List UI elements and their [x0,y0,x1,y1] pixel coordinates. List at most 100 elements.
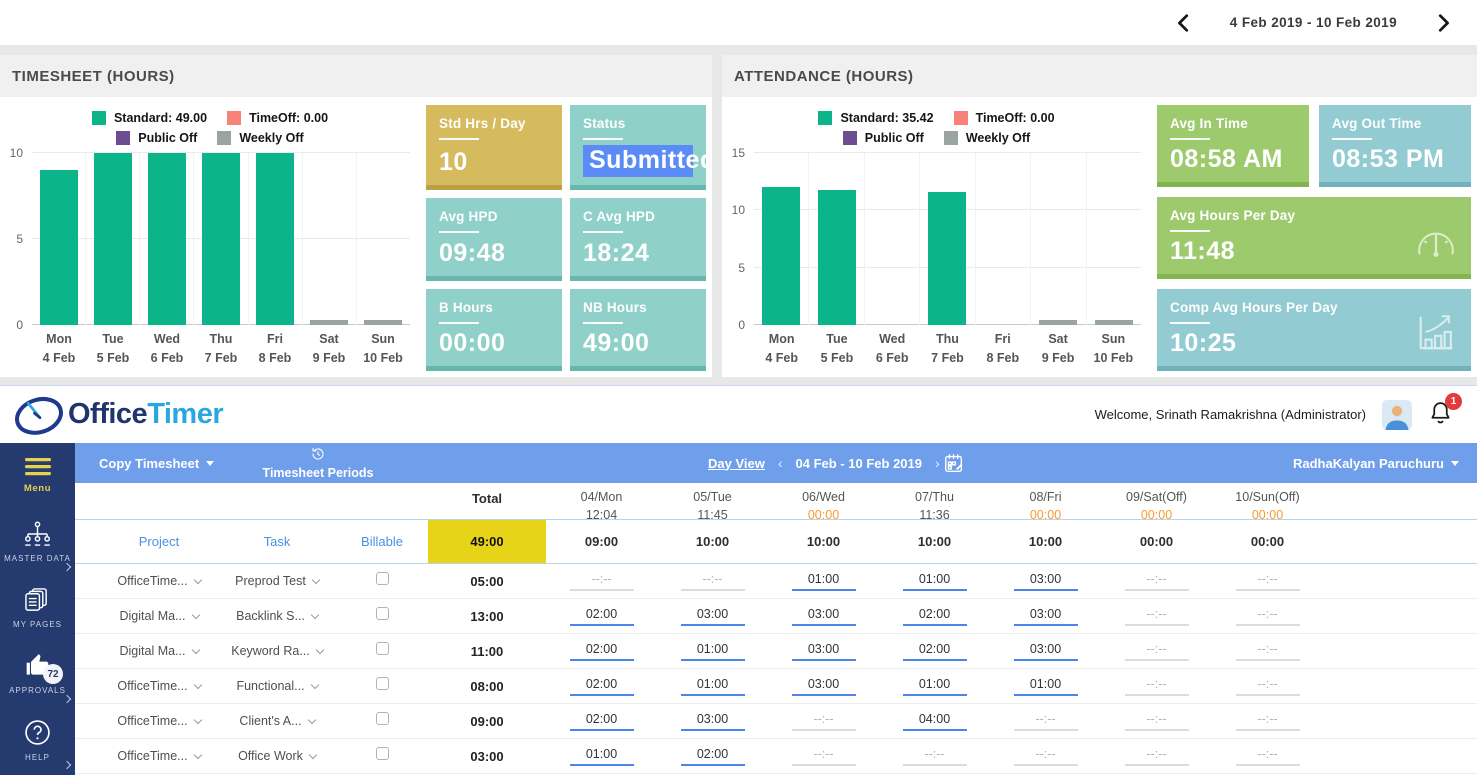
time-entry-input[interactable]: 02:00 [681,747,745,766]
billable-checkbox[interactable] [376,572,389,585]
chart-bar[interactable] [762,187,800,325]
task-select[interactable]: Client's A... [218,714,336,728]
time-entry-input[interactable]: 03:00 [1014,607,1078,626]
sidebar-item-approvals[interactable]: 72APPROVALS [0,641,75,707]
time-entry-input[interactable]: 01:00 [903,677,967,696]
billable-checkbox[interactable] [376,642,389,655]
time-entry-input[interactable]: 01:00 [792,572,856,591]
day-view-link[interactable]: Day View [708,456,765,471]
chevron-right-icon[interactable] [63,563,71,571]
time-entry-input[interactable]: --:-- [681,572,745,591]
task-column-header[interactable]: Task [218,534,336,549]
chart-bar[interactable] [94,153,132,325]
chart-bar[interactable] [818,190,856,325]
task-select[interactable]: Functional... [218,679,336,693]
time-entry-input[interactable]: --:-- [1236,677,1300,696]
task-select[interactable]: Keyword Ra... [218,644,336,658]
project-select[interactable]: OfficeTime... [100,749,218,763]
time-entry-input[interactable]: --:-- [1236,642,1300,661]
time-entry-input[interactable]: 03:00 [792,607,856,626]
time-entry-input[interactable]: 02:00 [570,677,634,696]
sidebar-item-menu[interactable]: Menu [0,443,75,509]
chart-bar[interactable] [310,320,348,325]
task-select[interactable]: Office Work [218,749,336,763]
task-select[interactable]: Preprod Test [218,574,336,588]
legend-item[interactable]: Weekly Off [944,131,1030,145]
time-entry-input[interactable]: 01:00 [681,677,745,696]
time-entry-input[interactable]: --:-- [1125,572,1189,591]
time-entry-input[interactable]: 02:00 [903,607,967,626]
legend-item[interactable]: Public Off [843,131,924,145]
sidebar-item-master-data[interactable]: MASTER DATA [0,509,75,575]
time-entry-input[interactable]: 02:00 [903,642,967,661]
next-period-button[interactable]: › [935,455,940,471]
time-entry-input[interactable]: 01:00 [903,572,967,591]
time-entry-input[interactable]: --:-- [792,747,856,766]
billable-checkbox[interactable] [376,747,389,760]
time-entry-input[interactable]: 03:00 [681,712,745,731]
time-entry-input[interactable]: --:-- [1014,712,1078,731]
chevron-right-icon[interactable] [63,761,71,769]
task-select[interactable]: Backlink S... [218,609,336,623]
time-entry-input[interactable]: --:-- [903,747,967,766]
time-entry-input[interactable]: --:-- [1125,712,1189,731]
time-entry-input[interactable]: --:-- [1014,747,1078,766]
timesheet-periods-button[interactable]: Timesheet Periods [253,446,383,480]
time-entry-input[interactable]: --:-- [1236,747,1300,766]
chart-bar[interactable] [40,170,78,325]
project-select[interactable]: Digital Ma... [100,644,218,658]
billable-checkbox[interactable] [376,712,389,725]
project-select[interactable]: Digital Ma... [100,609,218,623]
time-entry-input[interactable]: 02:00 [570,642,634,661]
time-entry-input[interactable]: 04:00 [903,712,967,731]
time-entry-input[interactable]: 02:00 [570,607,634,626]
time-entry-input[interactable]: --:-- [1236,712,1300,731]
chart-bar[interactable] [256,153,294,325]
time-entry-input[interactable]: 01:00 [570,747,634,766]
chart-bar[interactable] [1039,320,1077,325]
time-entry-input[interactable]: 03:00 [1014,572,1078,591]
time-entry-input[interactable]: 03:00 [792,677,856,696]
billable-checkbox[interactable] [376,607,389,620]
legend-item[interactable]: Standard: 49.00 [92,111,207,125]
chart-bar[interactable] [202,153,240,325]
project-column-header[interactable]: Project [100,534,218,549]
time-entry-input[interactable]: --:-- [1125,677,1189,696]
chart-bar[interactable] [928,192,966,325]
legend-item[interactable]: TimeOff: 0.00 [227,111,328,125]
legend-item[interactable]: Standard: 35.42 [818,111,933,125]
legend-item[interactable]: Public Off [116,131,197,145]
project-select[interactable]: OfficeTime... [100,679,218,693]
project-select[interactable]: OfficeTime... [100,574,218,588]
time-entry-input[interactable]: 01:00 [1014,677,1078,696]
user-avatar[interactable] [1382,400,1412,430]
sidebar-item-help[interactable]: HELP [0,707,75,773]
billable-checkbox[interactable] [376,677,389,690]
previous-week-button[interactable] [1172,11,1196,35]
next-week-button[interactable] [1431,11,1455,35]
time-entry-input[interactable]: 01:00 [681,642,745,661]
chevron-right-icon[interactable] [63,695,71,703]
time-entry-input[interactable]: 03:00 [681,607,745,626]
legend-item[interactable]: Weekly Off [217,131,303,145]
employee-selector-dropdown[interactable]: RadhaKalyan Paruchuru [1293,443,1459,483]
chart-bar[interactable] [1095,320,1133,325]
time-entry-input[interactable]: --:-- [570,572,634,591]
time-entry-input[interactable]: --:-- [1125,747,1189,766]
previous-period-button[interactable]: ‹ [778,455,783,471]
time-entry-input[interactable]: --:-- [1125,607,1189,626]
chart-bar[interactable] [148,153,186,325]
chart-bar[interactable] [364,320,402,325]
notifications-bell-icon[interactable]: 1 [1428,400,1453,430]
time-entry-input[interactable]: 03:00 [1014,642,1078,661]
time-entry-input[interactable]: --:-- [1236,607,1300,626]
time-entry-input[interactable]: 03:00 [792,642,856,661]
time-entry-input[interactable]: 02:00 [570,712,634,731]
calendar-picker-icon[interactable] [943,443,965,483]
legend-item[interactable]: TimeOff: 0.00 [954,111,1055,125]
time-entry-input[interactable]: --:-- [792,712,856,731]
project-select[interactable]: OfficeTime... [100,714,218,728]
billable-column-header[interactable]: Billable [336,534,428,549]
copy-timesheet-button[interactable]: Copy Timesheet [99,443,214,483]
time-entry-input[interactable]: --:-- [1125,642,1189,661]
